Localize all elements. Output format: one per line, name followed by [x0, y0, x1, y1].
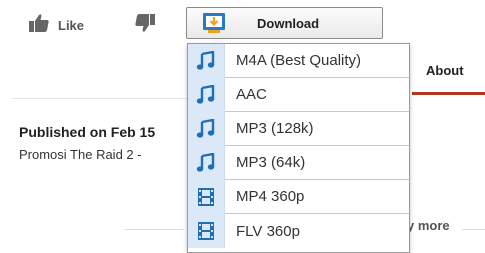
music-note-icon: [188, 77, 225, 112]
menu-item-label: MP3 (128k): [236, 120, 314, 137]
tab-about[interactable]: About: [426, 63, 464, 78]
menu-item-mp3-128k[interactable]: MP3 (128k): [188, 111, 409, 146]
divider: [124, 229, 184, 230]
divider: [462, 229, 485, 230]
menu-item-label: AAC: [236, 86, 267, 103]
active-tab-underline: [412, 92, 485, 95]
film-strip-icon: [188, 179, 225, 214]
menu-item-label: FLV 360p: [236, 222, 300, 240]
menu-item-flv-360p[interactable]: FLV 360p: [188, 214, 409, 248]
divider: [12, 98, 187, 99]
menu-item-m4a[interactable]: M4A (Best Quality): [188, 43, 409, 78]
thumbs-up-icon: [28, 13, 50, 38]
download-label: Download: [257, 15, 320, 31]
like-label: Like: [58, 17, 85, 33]
thumbs-down-icon: [134, 13, 156, 38]
menu-item-aac[interactable]: AAC: [188, 77, 409, 112]
download-icon: [201, 12, 227, 34]
download-format-menu: M4A (Best Quality) AAC MP3 (128k) MP3 (6…: [187, 43, 410, 253]
video-description: Promosi The Raid 2 -: [19, 147, 142, 162]
music-note-icon: [188, 111, 225, 146]
download-button[interactable]: Download: [186, 7, 383, 39]
menu-item-label: MP4 360p: [236, 188, 305, 205]
menu-item-label: MP3 (64k): [236, 154, 306, 171]
film-strip-icon: [188, 214, 225, 248]
like-button[interactable]: Like: [28, 12, 84, 38]
show-more-link[interactable]: y more: [407, 218, 450, 233]
published-date: Published on Feb 15: [19, 124, 156, 140]
menu-item-label: M4A (Best Quality): [236, 52, 362, 69]
menu-item-mp4-360p[interactable]: MP4 360p: [188, 179, 409, 214]
music-note-icon: [188, 145, 225, 180]
menu-item-mp3-64k[interactable]: MP3 (64k): [188, 145, 409, 180]
music-note-icon: [188, 43, 225, 78]
dislike-button[interactable]: [134, 12, 156, 38]
